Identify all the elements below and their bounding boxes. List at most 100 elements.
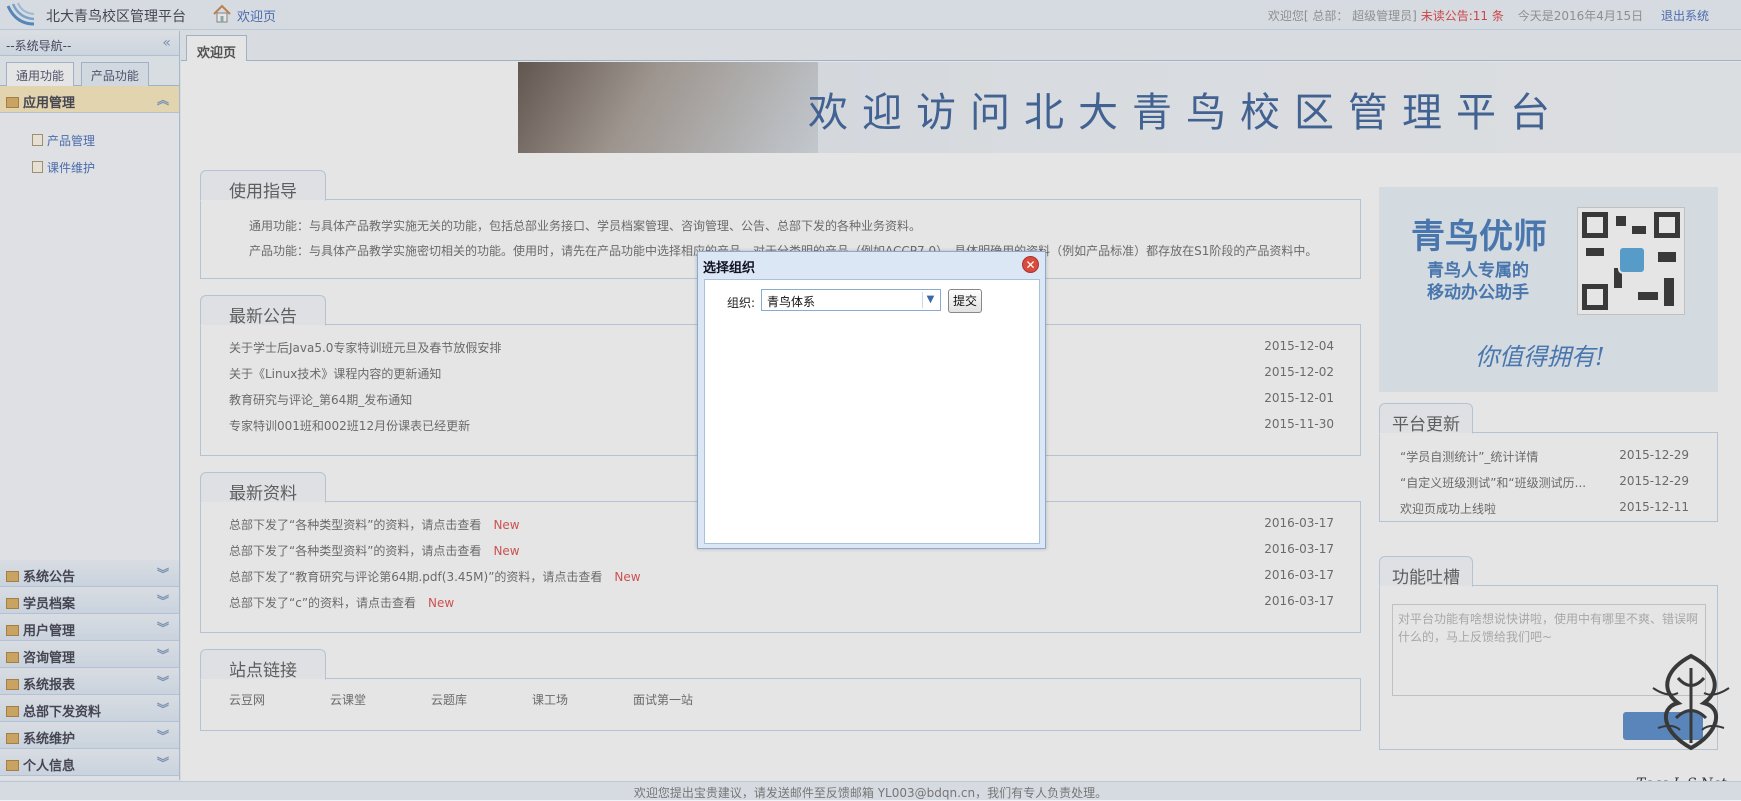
section-personal-info[interactable]: 个人信息 ︾	[0, 749, 179, 776]
double-chevron-left-icon[interactable]: «	[162, 35, 171, 51]
section-system-notice[interactable]: 系统公告 ︾	[0, 560, 179, 587]
qr-code-icon	[1577, 207, 1685, 315]
notice-date: 2015-12-01	[1264, 391, 1334, 405]
material-text: 总部下发了“c”的资料，请点击查看	[229, 596, 417, 610]
sidebar-item-product-management[interactable]: 产品管理	[0, 127, 179, 154]
notice-date: 2015-11-30	[1264, 417, 1334, 431]
unread-notices-link[interactable]: 未读公告:11 条	[1421, 9, 1504, 23]
sidebar-item-courseware[interactable]: 课件维护	[0, 154, 179, 181]
chevron-down-icon: ︾	[156, 648, 169, 662]
banner-text: 欢迎访问北大青鸟校区管理平台	[808, 90, 1564, 136]
material-date: 2016-03-17	[1264, 542, 1334, 556]
chevron-down-icon: ︾	[156, 594, 169, 608]
welcome-banner: 欢迎访问北大青鸟校区管理平台	[518, 62, 1741, 153]
app-title: 北大青鸟校区管理平台	[46, 9, 186, 25]
home-link[interactable]: 欢迎页	[237, 6, 276, 25]
folder-icon	[6, 706, 19, 717]
dialog-title: 选择组织	[703, 261, 756, 276]
chevron-down-icon: ︾	[156, 756, 169, 770]
section-label: 系统公告	[23, 570, 76, 585]
banner-photo	[518, 62, 818, 153]
dialog-body: 组织: 青鸟体系 ▼ 提交	[704, 279, 1040, 544]
bird-logo-icon	[6, 2, 35, 26]
folder-icon	[6, 571, 19, 582]
sidebar: --系统导航-- « 通用功能 产品功能 应用管理 ︽ 产品管理 课件维护 系统…	[0, 31, 180, 780]
update-date: 2015-12-11	[1619, 500, 1689, 514]
site-link[interactable]: 云课堂	[330, 691, 366, 708]
notice-text: 教育研究与评论_第64期_发布通知	[229, 393, 413, 407]
section-label: 咨询管理	[23, 651, 76, 666]
folder-icon	[6, 625, 19, 636]
updates-panel: 平台更新 “学员自测统计”_统计详情 2015-12-29 “自定义班级测试”和“…	[1379, 403, 1718, 522]
promo-line: 移动办公助手	[1427, 283, 1529, 303]
section-label: 总部下发资料	[23, 705, 102, 720]
submit-button[interactable]: 提交	[948, 289, 982, 313]
list-item[interactable]: 总部下发了“教育研究与评论第64期.pdf(3.45M)”的资料，请点击查看 Ne…	[229, 568, 1334, 586]
material-date: 2016-03-17	[1264, 516, 1334, 530]
update-text: “学员自测统计”_统计详情	[1400, 450, 1539, 464]
chevron-up-icon: ︽	[156, 93, 169, 107]
chevron-down-icon: ︾	[156, 621, 169, 635]
promo-subtitle: 青鸟人专属的 移动办公助手	[1427, 260, 1529, 304]
home-icon[interactable]	[212, 4, 232, 24]
unread-unit: 条	[1491, 9, 1504, 23]
folder-icon	[6, 598, 19, 609]
list-item[interactable]: “学员自测统计”_统计详情 2015-12-29	[1400, 448, 1689, 466]
notice-text: 关于《Linux技术》课程内容的更新通知	[229, 367, 442, 381]
guide-line-general: 通用功能：与具体产品教学实施无关的功能，包括总部业务接口、学员档案管理、咨询管理…	[249, 219, 922, 233]
update-date: 2015-12-29	[1619, 448, 1689, 462]
section-label: 系统报表	[23, 678, 76, 693]
folder-icon	[6, 760, 19, 771]
new-badge: New	[493, 544, 520, 558]
chevron-down-icon: ▼	[922, 292, 938, 308]
site-link[interactable]: 面试第一站	[633, 691, 693, 708]
header-status: 欢迎您[ 总部： 超级管理员] 未读公告:11 条 今天是2016年4月15日 …	[1268, 7, 1709, 24]
section-student-records[interactable]: 学员档案 ︾	[0, 587, 179, 614]
new-badge: New	[428, 596, 455, 610]
list-item[interactable]: “自定义班级测试”和“班级测试历... 2015-12-29	[1400, 474, 1689, 492]
today-date: 今天是2016年4月15日	[1517, 9, 1644, 23]
promo-title: 青鸟优师	[1411, 217, 1547, 257]
material-text: 总部下发了“各种类型资料”的资料，请点击查看	[229, 518, 482, 532]
chevron-down-icon: ︾	[156, 702, 169, 716]
section-label: 用户管理	[23, 624, 76, 639]
section-consult-management[interactable]: 咨询管理 ︾	[0, 641, 179, 668]
site-link[interactable]: 课工场	[532, 691, 568, 708]
footer: 欢迎您提出宝贵建议，请发送邮件至反馈邮箱 YL003@bdqn.cn，我们有专人…	[0, 781, 1741, 800]
org-select-value: 青鸟体系	[767, 295, 816, 309]
notice-date: 2015-12-02	[1264, 365, 1334, 379]
tab-welcome[interactable]: 欢迎页	[186, 35, 248, 61]
logout-link[interactable]: 退出系统	[1661, 9, 1709, 23]
tab-general[interactable]: 通用功能	[6, 62, 75, 87]
feedback-title: 功能吐槽	[1379, 556, 1473, 588]
sidebar-item-label: 课件维护	[47, 161, 96, 175]
notice-text: 关于学士后Java5.0专家特训班元旦及春节放假安排	[229, 341, 502, 355]
unread-label: 未读公告:	[1420, 9, 1473, 23]
folder-icon	[6, 97, 19, 108]
tab-product[interactable]: 产品功能	[80, 62, 149, 86]
folder-icon	[6, 733, 19, 744]
folder-icon	[6, 679, 19, 690]
section-hq-materials[interactable]: 总部下发资料 ︾	[0, 695, 179, 722]
section-system-maintenance[interactable]: 系统维护 ︾	[0, 722, 179, 749]
section-system-reports[interactable]: 系统报表 ︾	[0, 668, 179, 695]
org-label: 组织:	[727, 296, 756, 310]
app-promo-ad[interactable]: 青鸟优师 青鸟人专属的 移动办公助手 你值得拥有!	[1379, 187, 1718, 392]
list-item[interactable]: 欢迎页成功上线啦 2015-12-11	[1400, 500, 1689, 518]
section-app-management[interactable]: 应用管理 ︽	[0, 86, 179, 113]
update-text: 欢迎页成功上线啦	[1400, 502, 1497, 516]
site-link[interactable]: 云题库	[431, 691, 467, 708]
update-text: “自定义班级测试”和“班级测试历...	[1400, 476, 1587, 490]
list-item[interactable]: 总部下发了“c”的资料，请点击查看 New 2016-03-17	[229, 594, 1334, 612]
section-user-management[interactable]: 用户管理 ︾	[0, 614, 179, 641]
unread-count: 11	[1472, 9, 1489, 23]
site-link[interactable]: 云豆网	[229, 691, 265, 708]
org-select[interactable]: 青鸟体系 ▼	[761, 289, 941, 311]
material-date: 2016-03-17	[1264, 594, 1334, 608]
main-tab-bar: 欢迎页	[181, 31, 1741, 61]
sidebar-item-label: 产品管理	[47, 134, 96, 148]
app-header: 北大青鸟校区管理平台 欢迎页 欢迎您[ 总部： 超级管理员] 未读公告:11 条…	[0, 0, 1741, 30]
close-icon[interactable]: ✕	[1022, 256, 1039, 273]
dragon-watermark-icon	[1652, 653, 1730, 751]
select-organization-dialog: 选择组织 ✕ 组织: 青鸟体系 ▼ 提交	[697, 251, 1046, 549]
